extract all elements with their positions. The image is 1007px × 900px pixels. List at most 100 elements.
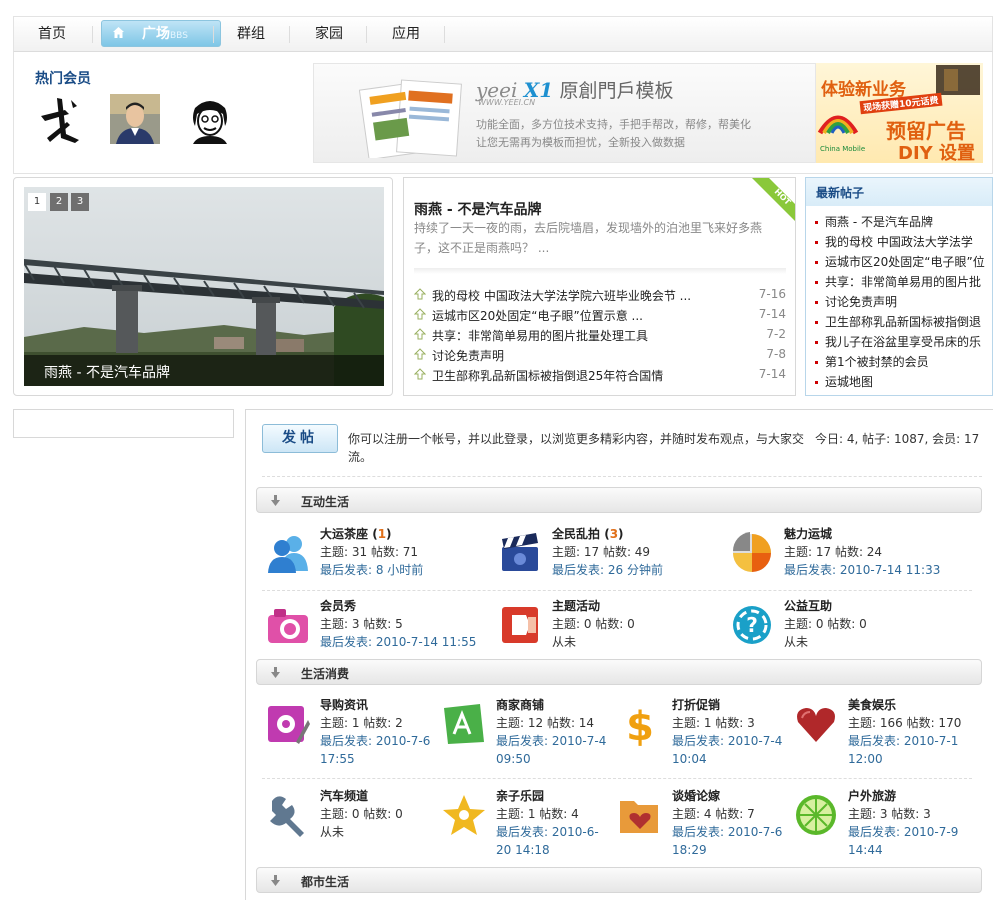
forum-board[interactable]: 会员秀 主题: 3 帖数: 5 最后发表: 2010-7-14 11:55	[266, 597, 486, 657]
board-last-post[interactable]: 最后发表: 2010-7-4 09:50	[496, 732, 612, 768]
forum-board[interactable]: 谈婚论嫁 主题: 4 帖数: 7 最后发表: 2010-7-6 18:29	[618, 787, 788, 859]
svg-text:China Mobile: China Mobile	[820, 145, 865, 153]
camera-icon	[268, 609, 308, 643]
latest-post-item[interactable]: 雨燕 - 不是汽车品牌	[815, 213, 987, 233]
brochure-image	[359, 79, 462, 158]
nav-home[interactable]: 首页	[32, 17, 72, 51]
category-header[interactable]: 都市生活	[256, 867, 982, 893]
news-item[interactable]: 共享：非常简单易用的图片批量处理工具 7-2	[414, 326, 786, 346]
news-item-date: 7-16	[758, 287, 786, 301]
forum-board[interactable]: 大运茶座 (1) 主题: 31 帖数: 71 最后发表: 8 小时前	[266, 525, 486, 585]
board-last-post: 从未	[552, 635, 577, 649]
forum-board[interactable]: 美食娱乐 主题: 166 帖数: 170 最后发表: 2010-7-1 12:0…	[794, 696, 974, 768]
news-item-title: 我的母校 中国政法大学法学院六班毕业晚会节 ...	[432, 289, 692, 303]
arrow-up-icon	[414, 288, 426, 300]
banner-line2: 让您无需再为模板而担忧，全新投入做数据	[476, 136, 685, 149]
slide-page-3[interactable]: 3	[71, 193, 89, 211]
forum-board[interactable]: 户外旅游 主题: 3 帖数: 3 最后发表: 2010-7-9 14:44	[794, 787, 974, 859]
nav-group[interactable]: 群组	[226, 17, 276, 51]
board-last-post: 从未	[784, 635, 809, 649]
news-item-title: 共享：非常简单易用的图片批量处理工具	[432, 329, 649, 343]
board-last-post[interactable]: 最后发表: 2010-7-14 11:33	[784, 561, 940, 579]
forum-board[interactable]: 汽车频道 主题: 0 帖数: 0 从未	[266, 787, 436, 859]
ad-title: 体验新业务	[821, 80, 906, 100]
latest-post-item[interactable]: 我的母校 中国政法大学法学	[815, 233, 987, 253]
forum-board[interactable]: 主题活动 主题: 0 帖数: 0 从未	[498, 597, 718, 657]
sidebar-empty-box	[13, 409, 234, 438]
forum-board[interactable]: 导购资讯 主题: 1 帖数: 2 最后发表: 2010-7-6 17:55	[266, 696, 436, 768]
news-item-title: 运城市区20处固定“电子眼”位置示意 ...	[432, 309, 643, 323]
board-last-post[interactable]: 最后发表: 2010-7-6 17:55	[320, 732, 436, 768]
latest-post-item[interactable]: 我儿子在浴盆里享受吊床的乐	[815, 333, 987, 353]
headline-title[interactable]: 雨燕 - 不是汽车品牌	[414, 199, 542, 219]
ad-banner-diy[interactable]: China Mobile 体验新业务 现场获赠10元话费 预留广告 DIY 设置	[816, 63, 983, 163]
hot-members-title: 热门会员	[35, 71, 91, 87]
board-stats: 主题: 3 帖数: 3	[848, 807, 931, 821]
slide-caption[interactable]: 雨燕 - 不是汽车品牌	[44, 362, 170, 382]
board-last-post[interactable]: 最后发表: 2010-7-14 11:55	[320, 633, 476, 651]
board-last-post[interactable]: 最后发表: 26 分钟前	[552, 561, 663, 579]
latest-post-item[interactable]: 共享：非常简单易用的图片批	[815, 273, 987, 293]
board-last-post[interactable]: 最后发表: 2010-7-1 12:00	[848, 732, 964, 768]
arrow-up-icon	[414, 308, 426, 320]
new-post-button[interactable]: 发帖	[262, 424, 338, 453]
pie-icon	[732, 532, 771, 572]
slide-page-1[interactable]: 1	[28, 193, 46, 211]
dollar-icon: $	[626, 704, 654, 746]
arrow-up-icon	[414, 368, 426, 380]
news-item[interactable]: 我的母校 中国政法大学法学院六班毕业晚会节 ... 7-16	[414, 286, 786, 306]
avatar[interactable]	[35, 94, 85, 144]
category-header[interactable]: 互动生活	[256, 487, 982, 513]
board-stats: 主题: 17 帖数: 49	[552, 545, 651, 559]
avatar[interactable]	[185, 94, 235, 144]
latest-post-item[interactable]: 运城地图	[815, 373, 987, 393]
board-last-post[interactable]: 最后发表: 2010-7-4 10:04	[672, 732, 788, 768]
nav-home2[interactable]: 家园	[304, 17, 354, 51]
board-stats: 主题: 166 帖数: 170	[848, 716, 962, 730]
shop-icon	[444, 704, 484, 744]
forum-board[interactable]: 魅力运城 主题: 17 帖数: 24 最后发表: 2010-7-14 11:33	[730, 525, 970, 585]
forum-board[interactable]: 商家商铺 主题: 12 帖数: 14 最后发表: 2010-7-4 09:50	[442, 696, 612, 768]
news-item-date: 7-14	[758, 367, 786, 381]
board-today-count: 3	[609, 527, 619, 541]
board-stats: 主题: 31 帖数: 71	[320, 545, 419, 559]
forum-board[interactable]: 亲子乐园 主题: 1 帖数: 4 最后发表: 2010-6-20 14:18	[442, 787, 612, 859]
nav-apps[interactable]: 应用	[381, 17, 431, 51]
nav-plaza[interactable]: 广场BBS	[101, 20, 221, 47]
arrow-up-icon	[414, 348, 426, 360]
news-item-title: 讨论免责声明	[432, 349, 505, 363]
board-stats: 主题: 12 帖数: 14	[496, 716, 595, 730]
board-stats: 主题: 3 帖数: 5	[320, 617, 403, 631]
board-last-post[interactable]: 最后发表: 2010-7-6 18:29	[672, 823, 788, 859]
forum-board[interactable]: 全民乱拍 (3) 主题: 17 帖数: 49 最后发表: 26 分钟前	[498, 525, 718, 585]
board-name: 谈婚论嫁	[672, 789, 721, 803]
collapse-arrow-icon	[271, 875, 280, 886]
latest-post-item[interactable]: 运城市区20处固定“电子眼”位	[815, 253, 987, 273]
board-last-post[interactable]: 最后发表: 2010-6-20 14:18	[496, 823, 612, 859]
board-last-post[interactable]: 最后发表: 8 小时前	[320, 561, 423, 579]
news-item[interactable]: 运城市区20处固定“电子眼”位置示意 ... 7-14	[414, 306, 786, 326]
home-icon	[113, 27, 124, 38]
forum-board[interactable]: ? 公益互助 主题: 0 帖数: 0 从未	[730, 597, 970, 657]
news-item[interactable]: 卫生部称乳品新国标被指倒退25年符合国情 7-14	[414, 366, 786, 386]
nav-plaza-sub: BBS	[170, 31, 188, 41]
board-stats: 主题: 0 帖数: 0	[784, 617, 867, 631]
board-stats: 主题: 0 帖数: 0	[552, 617, 635, 631]
board-stats: 主题: 4 帖数: 7	[672, 807, 755, 821]
ad-banner-template[interactable]: yeei X1 原創門戶模板 WWW.YEEI.CN 功能全面，多方位技术支持，…	[313, 63, 816, 163]
latest-post-item[interactable]: 卫生部称乳品新国标被指倒退	[815, 313, 987, 333]
avatar[interactable]	[110, 94, 160, 144]
news-item[interactable]: 讨论免责声明 7-8	[414, 346, 786, 366]
board-last-post: 从未	[320, 825, 345, 839]
board-name: 大运茶座	[320, 527, 369, 541]
latest-post-item[interactable]: 第1个被封禁的会员	[815, 353, 987, 373]
svg-text:?: ?	[746, 613, 758, 637]
board-last-post[interactable]: 最后发表: 2010-7-9 14:44	[848, 823, 964, 859]
forum-board[interactable]: $ 打折促销 主题: 1 帖数: 3 最后发表: 2010-7-4 10:04	[618, 696, 788, 768]
latest-post-item[interactable]: 讨论免责声明	[815, 293, 987, 313]
board-name: 亲子乐园	[496, 789, 545, 803]
slide-page-2[interactable]: 2	[50, 193, 68, 211]
help-icon: ?	[733, 606, 771, 644]
ad-diy: DIY 设置	[898, 143, 975, 163]
category-header[interactable]: 生活消费	[256, 659, 982, 685]
